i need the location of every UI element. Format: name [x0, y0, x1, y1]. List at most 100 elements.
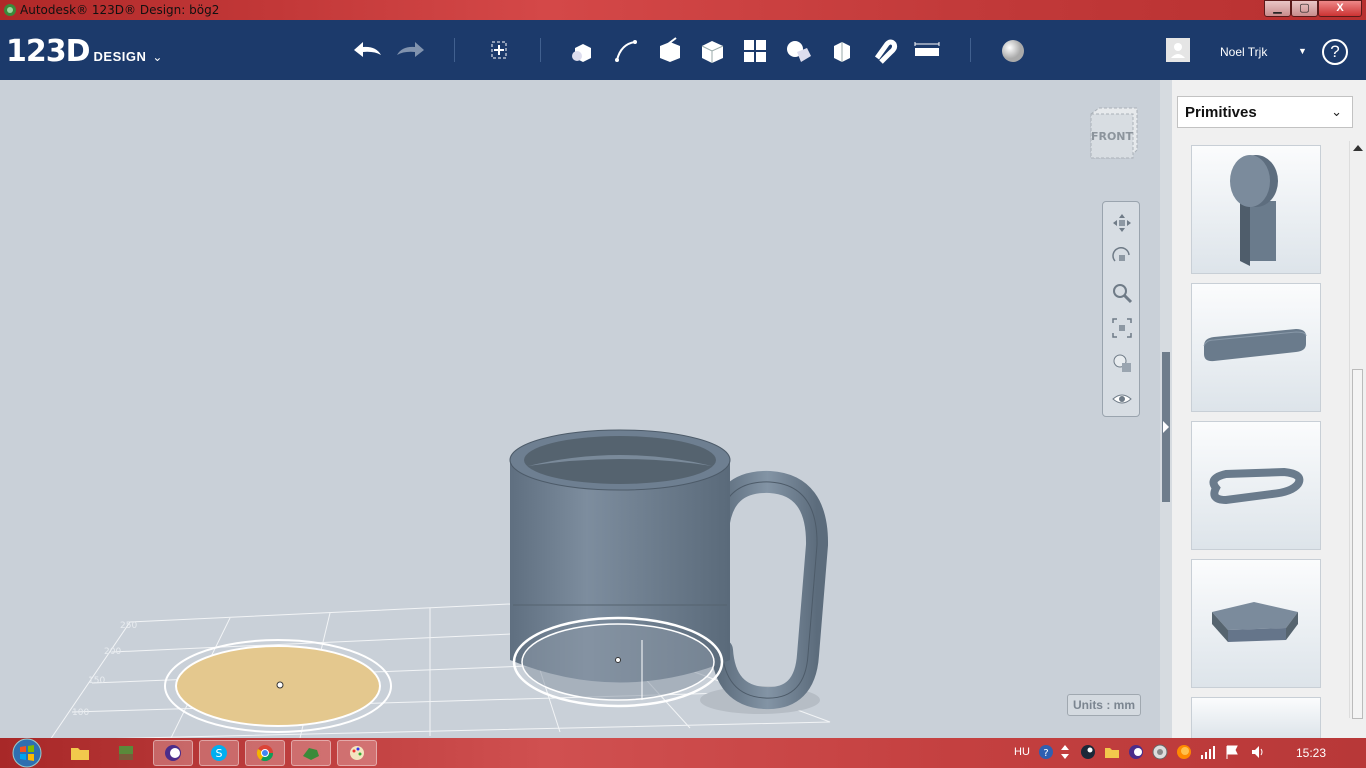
fit-view-button[interactable]: [1111, 317, 1133, 339]
signal-bars-icon[interactable]: [1200, 744, 1216, 760]
magnifier-icon: [1113, 284, 1133, 304]
primitive-thumbnail[interactable]: [1191, 421, 1321, 550]
fit-icon: [1112, 318, 1132, 338]
svg-text:200: 200: [104, 647, 121, 657]
ruler-icon: [914, 42, 940, 56]
primitives-icon: [572, 44, 591, 62]
flag-icon[interactable]: [1224, 744, 1240, 760]
user-dropdown-icon[interactable]: ▼: [1298, 46, 1307, 56]
primitives-tool-button[interactable]: [565, 34, 599, 68]
sketch-circle[interactable]: [164, 639, 392, 733]
toolbar-separator: [540, 38, 541, 62]
keyhole-shape-icon: [1230, 155, 1278, 266]
scroll-up-icon[interactable]: [1353, 145, 1363, 151]
eclipse-tray-icon[interactable]: [1128, 744, 1144, 760]
redo-button[interactable]: [394, 34, 428, 68]
panel-scrollbar[interactable]: [1349, 141, 1365, 719]
orbit-icon: [1112, 247, 1130, 262]
torus-link-shape-icon: [1209, 467, 1304, 505]
material-tool-button[interactable]: [996, 34, 1030, 68]
folder-tray-icon[interactable]: [1104, 744, 1120, 760]
primitive-thumbnail[interactable]: [1191, 145, 1321, 274]
pattern-tool-button[interactable]: [738, 34, 772, 68]
undo-icon: [354, 42, 381, 57]
language-indicator[interactable]: HU: [1014, 746, 1030, 758]
toolbar-separator: [970, 38, 971, 62]
zoom-button[interactable]: [1111, 282, 1133, 304]
taskbar-skype[interactable]: S: [199, 740, 239, 766]
user-name[interactable]: Noel Trjk: [1220, 45, 1267, 59]
logo-sub-text: DESIGN: [93, 49, 147, 64]
svg-text:?: ?: [1043, 748, 1048, 759]
block-icon: [119, 746, 133, 760]
grid-labels: 250 200 150 100: [72, 621, 137, 718]
visibility-button[interactable]: [1111, 388, 1133, 410]
windows-start-button[interactable]: [8, 738, 46, 768]
pan-icon: [1113, 214, 1131, 232]
eclipse-icon: [165, 745, 181, 761]
taskbar-paint[interactable]: [337, 740, 377, 766]
app-menu-button[interactable]: 123D DESIGN ⌄: [6, 34, 162, 70]
logo-main-text: 123D: [6, 34, 91, 69]
help-tray-icon[interactable]: ?: [1038, 744, 1054, 760]
chevron-down-icon: ⌄: [1331, 104, 1342, 119]
steam-icon[interactable]: [1080, 744, 1096, 760]
tray-arrows-icon[interactable]: [1060, 744, 1070, 760]
shaded-view-icon: [1113, 354, 1131, 372]
collapse-arrow-icon[interactable]: [1163, 421, 1169, 433]
measure-tool-button[interactable]: [910, 34, 944, 68]
modify-tool-button[interactable]: [695, 34, 729, 68]
window-titlebar: Autodesk® 123D® Design: bög2 ▁ ▢ X: [0, 0, 1366, 20]
taskbar-minecraft[interactable]: [106, 740, 146, 766]
group-icon: [787, 41, 811, 62]
panel-splitter[interactable]: [1160, 80, 1172, 738]
eye-icon: [1112, 394, 1132, 404]
close-button[interactable]: X: [1318, 0, 1362, 17]
taskbar-explorer[interactable]: [60, 740, 100, 766]
slot-shape-icon: [1203, 329, 1307, 362]
view-cube[interactable]: FRONT: [1087, 106, 1139, 160]
user-avatar[interactable]: [1166, 38, 1190, 62]
scene-canvas[interactable]: 250 200 150 100: [0, 80, 1160, 738]
folder-icon: [71, 748, 89, 760]
construct-icon: [660, 37, 680, 62]
help-button[interactable]: ?: [1322, 39, 1348, 65]
minimize-button[interactable]: ▁: [1264, 0, 1291, 17]
modify-icon: [701, 41, 724, 63]
system-clock[interactable]: 15:23: [1296, 746, 1326, 760]
selected-base-sketch[interactable]: [512, 616, 724, 708]
toolbar-separator: [454, 38, 455, 62]
taskbar-123d-design[interactable]: [291, 740, 331, 766]
app-logo-icon: [4, 4, 16, 16]
firefox-icon[interactable]: [1176, 744, 1192, 760]
primitive-thumbnail[interactable]: [1191, 559, 1321, 688]
undo-button[interactable]: [350, 34, 384, 68]
units-button[interactable]: Units : mm: [1067, 694, 1141, 716]
snap-tool-button[interactable]: [867, 34, 901, 68]
pan-button[interactable]: [1111, 212, 1133, 234]
pattern-icon: [744, 40, 766, 62]
mug-handle[interactable]: [707, 470, 829, 710]
orbit-button[interactable]: [1111, 247, 1133, 269]
transform-tool-button[interactable]: [482, 34, 516, 68]
primitive-thumbnail[interactable]: [1191, 697, 1321, 738]
svg-text:S: S: [216, 747, 223, 760]
combine-tool-button[interactable]: [824, 34, 858, 68]
view-cube-front-label: FRONT: [1091, 130, 1134, 143]
maximize-button[interactable]: ▢: [1291, 0, 1318, 17]
speaker-icon[interactable]: [1250, 744, 1266, 760]
sketch-tool-button[interactable]: [609, 34, 643, 68]
redo-icon: [397, 42, 424, 57]
view-style-button[interactable]: [1111, 352, 1133, 374]
3d-viewport[interactable]: 250 200 150 100 FRONT Units: mm: [0, 80, 1160, 738]
group-tool-button[interactable]: [781, 34, 815, 68]
panel-category-select[interactable]: Primitives ⌄: [1177, 96, 1353, 128]
paint-icon: [350, 746, 364, 760]
construct-tool-button[interactable]: [652, 34, 686, 68]
taskbar-app-purple[interactable]: [153, 740, 193, 766]
primitive-thumbnail[interactable]: [1191, 283, 1321, 412]
scrollbar-thumb[interactable]: [1352, 369, 1363, 719]
network-globe-icon[interactable]: [1152, 744, 1168, 760]
taskbar-chrome[interactable]: [245, 740, 285, 766]
123d-app-icon: [303, 748, 319, 760]
